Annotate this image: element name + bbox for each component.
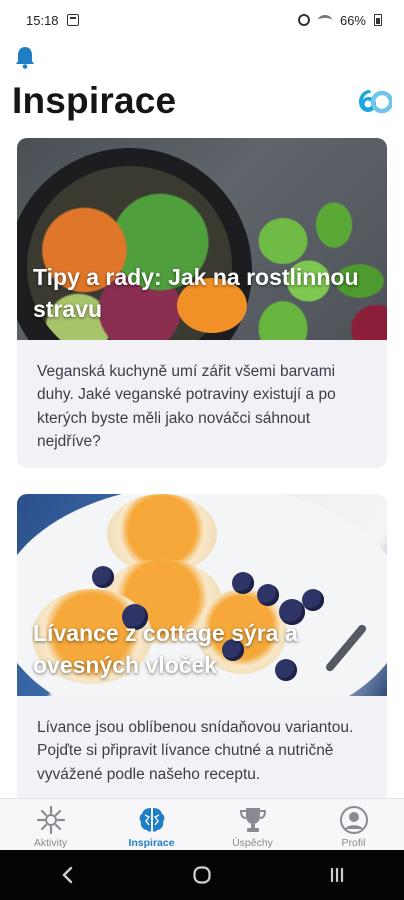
home-button[interactable]	[182, 855, 222, 895]
nav-label: Profil	[341, 837, 366, 849]
nav-item-achievements[interactable]: Úspěchy	[209, 799, 297, 851]
status-time: 15:18	[26, 12, 59, 28]
battery-icon	[374, 14, 382, 26]
activity-icon	[36, 805, 65, 835]
article-title: Tipy a rady: Jak na rostlinnou stravu	[33, 263, 359, 323]
blueberry-illustration	[92, 566, 114, 588]
home-circle-icon	[193, 866, 211, 884]
calendar-icon	[66, 14, 79, 26]
bottom-navigation: Aktivity Inspirace Úspěchy Profil	[0, 798, 404, 850]
article-description: Veganská kuchyně umí zářit všemi barvami…	[37, 363, 336, 450]
back-button[interactable]	[47, 855, 87, 895]
chevron-left-icon	[62, 866, 73, 884]
status-right: 66%	[297, 12, 382, 28]
article-description: Lívance jsou oblíbenou snídaňovou varian…	[37, 719, 354, 783]
wifi-icon	[317, 15, 332, 25]
nav-item-profile[interactable]: Profil	[310, 799, 398, 851]
blueberry-illustration	[232, 572, 254, 594]
status-bar: 15:18 66%	[0, 0, 404, 40]
notification-bell-icon[interactable]	[14, 45, 36, 69]
blueberry-illustration	[257, 584, 279, 606]
profile-icon	[339, 806, 368, 834]
page-title: Inspirace	[12, 80, 177, 121]
nav-item-activities[interactable]: Aktivity	[7, 799, 95, 851]
nav-label: Aktivity	[33, 837, 68, 849]
nav-item-inspiration[interactable]: Inspirace	[108, 799, 196, 851]
battery-percentage: 66%	[339, 12, 366, 28]
recent-apps-icon	[330, 867, 343, 883]
status-left: 15:18	[26, 13, 79, 28]
trophy-icon	[239, 808, 266, 832]
recent-apps-button[interactable]	[317, 855, 357, 895]
nav-label: Úspěchy	[232, 837, 273, 849]
article-image: Lívance z cottage sýra a ovesných vloček	[17, 494, 387, 696]
nav-label: Inspirace	[128, 837, 175, 849]
article-title: Lívance z cottage sýra a ovesných vloček	[33, 619, 298, 679]
article-card[interactable]: Tipy a rady: Jak na rostlinnou stravu Ve…	[17, 138, 387, 468]
blueberry-illustration	[302, 589, 324, 611]
alarm-icon	[297, 14, 310, 26]
system-navigation-bar	[0, 850, 404, 900]
brain-icon	[139, 808, 164, 832]
brand-logo-icon	[359, 90, 392, 114]
article-card[interactable]: Lívance z cottage sýra a ovesných vloček…	[17, 494, 387, 804]
article-image: Tipy a rady: Jak na rostlinnou stravu	[17, 138, 387, 340]
